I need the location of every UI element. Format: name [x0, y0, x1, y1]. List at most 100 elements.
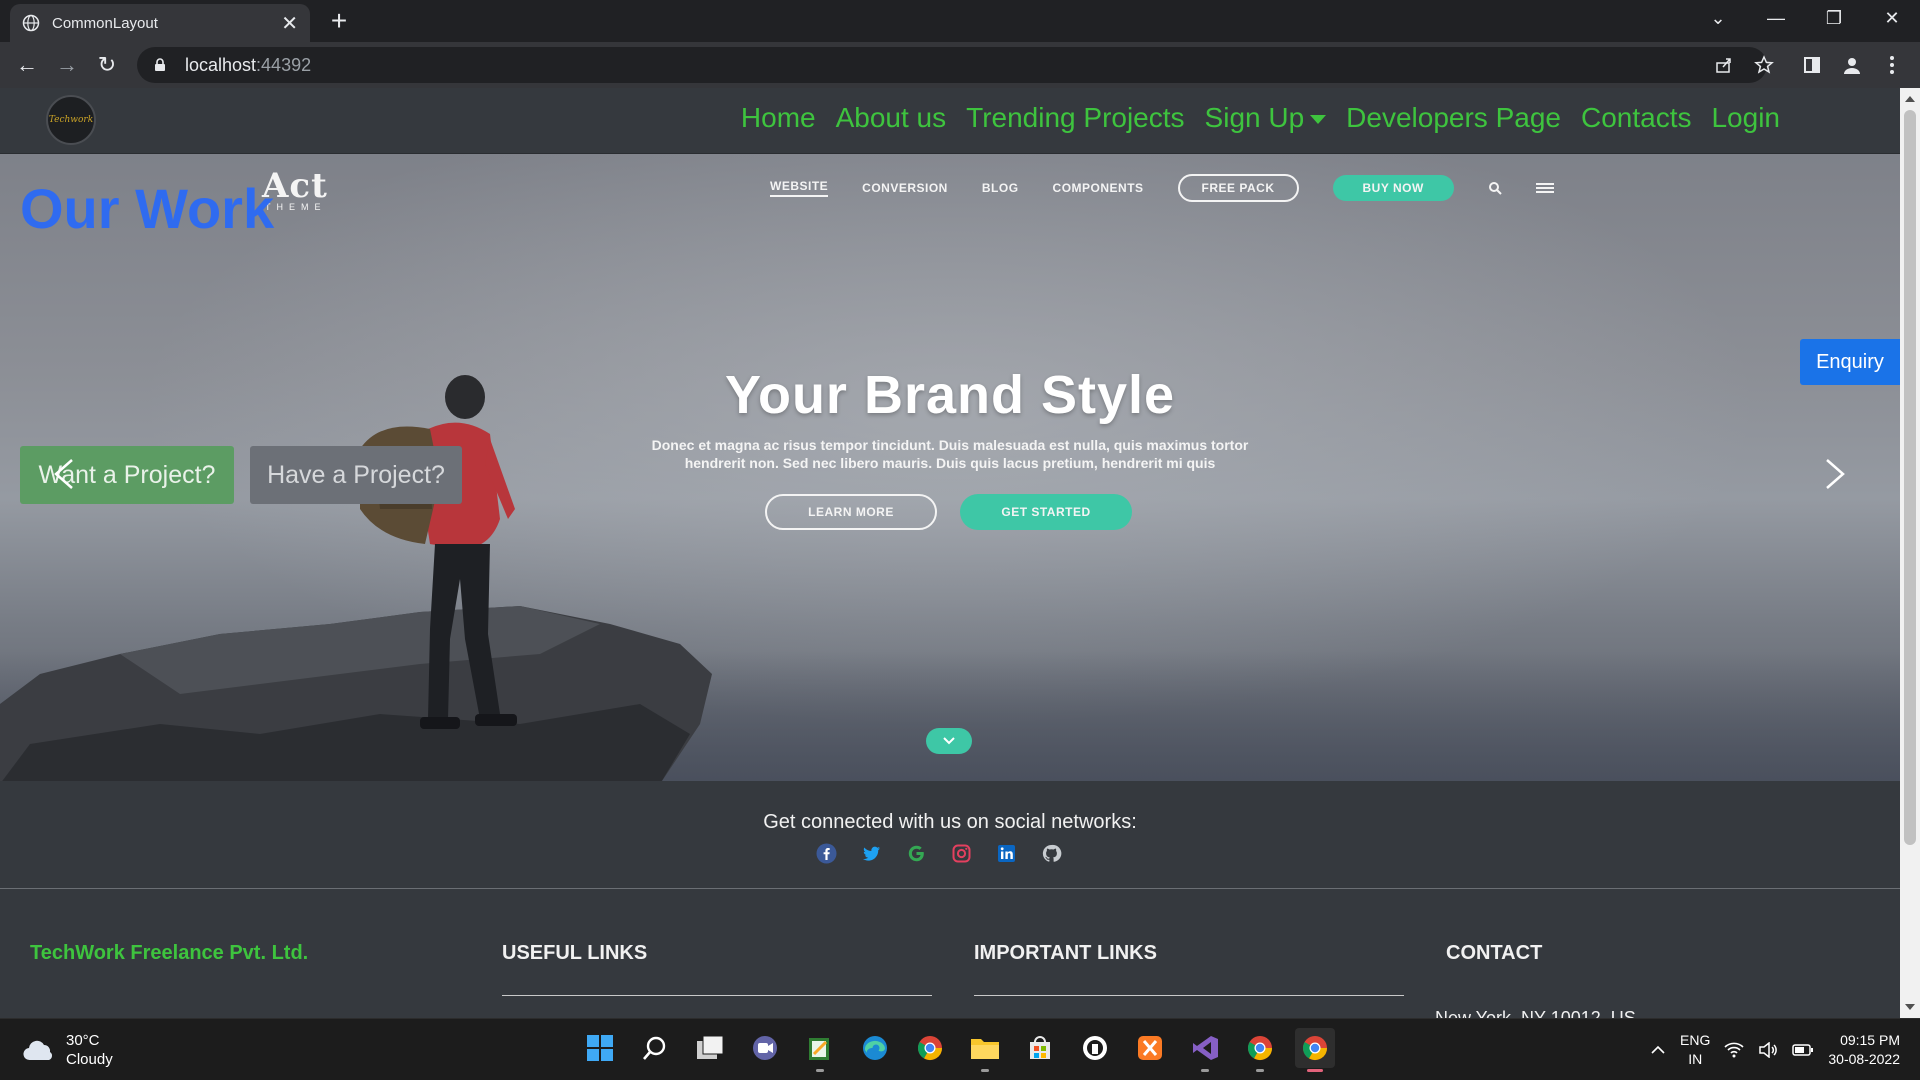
chevron-up-icon[interactable]	[1650, 1045, 1666, 1055]
footer-important-links-title: IMPORTANT LINKS	[974, 942, 1157, 964]
search-taskbar-icon[interactable]	[635, 1028, 675, 1068]
theme-logo-subtitle: THEME	[265, 202, 327, 212]
globe-icon	[22, 14, 40, 32]
footer-important-links: IMPORTANT LINKS	[974, 942, 1404, 996]
chrome-active-icon[interactable]	[1295, 1028, 1335, 1072]
clock[interactable]: 09:15 PM 30-08-2022	[1828, 1031, 1900, 1069]
learn-more-button: LEARN MORE	[765, 494, 937, 530]
footer-contact-address: New York, NY 10012, US	[1435, 1008, 1636, 1018]
notepad-icon[interactable]	[800, 1028, 840, 1072]
carousel-next-icon[interactable]	[1815, 454, 1855, 494]
scroll-down-arrow-icon[interactable]	[1905, 1004, 1915, 1010]
facebook-icon[interactable]	[816, 843, 837, 864]
theme-nav-blog: BLOG	[981, 181, 1019, 195]
running-indicator	[1256, 1069, 1264, 1072]
nav-about[interactable]: About us	[836, 102, 947, 134]
twitter-icon[interactable]	[861, 843, 882, 864]
forward-button[interactable]: →	[52, 50, 82, 80]
running-indicator	[1201, 1069, 1209, 1072]
reload-button[interactable]: ↻	[92, 50, 122, 80]
page-scrollbar[interactable]	[1900, 88, 1920, 1018]
new-tab-button[interactable]: +	[324, 6, 354, 36]
file-explorer-icon[interactable]	[965, 1028, 1005, 1072]
scroll-down-icon	[926, 728, 972, 754]
hiker-image	[360, 375, 517, 729]
visual-studio-icon[interactable]	[1185, 1028, 1225, 1072]
chrome-icon[interactable]	[910, 1028, 950, 1068]
theme-nav-buy-now: BUY NOW	[1332, 175, 1454, 201]
start-menu-icon[interactable]	[580, 1028, 620, 1068]
caret-down-icon	[1310, 115, 1327, 125]
share-icon[interactable]	[1710, 51, 1738, 79]
browser-tab[interactable]: CommonLayout ✕	[10, 4, 310, 42]
slide-title: Your Brand Style	[724, 365, 1176, 425]
carousel-prev-icon[interactable]	[44, 454, 84, 494]
url-host: localhost	[185, 54, 257, 75]
back-button[interactable]: ←	[12, 50, 42, 80]
side-panel-icon[interactable]	[1798, 51, 1826, 79]
clock-time: 09:15 PM	[1840, 1032, 1900, 1048]
scroll-up-icon[interactable]	[1905, 96, 1915, 102]
minimize-button[interactable]: —	[1748, 0, 1804, 36]
theme-nav-components: COMPONENTS	[1052, 181, 1144, 195]
running-indicator	[816, 1069, 824, 1072]
slide-subtitle: Donec et magna ac risus tempor tincidunt…	[520, 436, 1380, 472]
url-port: :44392	[256, 54, 312, 75]
nav-signup-dropdown[interactable]: Sign Up	[1205, 102, 1327, 134]
nav-contacts[interactable]: Contacts	[1581, 102, 1692, 134]
github-icon[interactable]	[1041, 843, 1062, 864]
tab-title: CommonLayout	[52, 14, 158, 32]
wifi-icon[interactable]	[1724, 1042, 1744, 1058]
nav-links: Home About us Trending Projects Sign Up …	[741, 102, 1780, 134]
footer-divider	[502, 995, 932, 996]
theme-preview-nav: WEBSITE CONVERSION BLOG COMPONENTS FREE …	[770, 174, 1554, 202]
restore-button[interactable]: ❐	[1806, 0, 1862, 36]
profile-icon[interactable]	[1838, 51, 1866, 79]
task-view-icon[interactable]	[690, 1028, 730, 1068]
social-icon-list	[816, 843, 1062, 864]
tab-search-icon[interactable]: ⌄	[1690, 0, 1746, 36]
nav-home[interactable]: Home	[741, 102, 816, 134]
nav-login[interactable]: Login	[1711, 102, 1780, 134]
hamburger-icon	[1535, 183, 1554, 193]
site-navbar: Techwork Home About us Trending Projects…	[0, 88, 1900, 154]
theme-nav-free-pack: FREE PACK	[1177, 174, 1299, 202]
language-indicator[interactable]: ENG IN	[1680, 1031, 1710, 1069]
edge-icon[interactable]	[855, 1028, 895, 1068]
page-viewport: Techwork Home About us Trending Projects…	[0, 88, 1900, 1018]
xampp-icon[interactable]	[1130, 1028, 1170, 1068]
site-logo[interactable]: Techwork	[46, 95, 96, 145]
linkedin-icon[interactable]	[996, 843, 1017, 864]
browser-menu-icon[interactable]	[1878, 51, 1906, 79]
social-section: Get connected with us on social networks…	[0, 781, 1900, 889]
footer-contact: CONTACT	[1446, 942, 1876, 965]
search-icon	[1488, 182, 1502, 195]
teams-chat-icon[interactable]	[745, 1028, 785, 1068]
social-caption: Get connected with us on social networks…	[763, 811, 1137, 833]
running-indicator	[981, 1069, 989, 1072]
google-icon[interactable]	[906, 843, 927, 864]
bookmark-star-icon[interactable]	[1750, 51, 1778, 79]
footer-divider	[974, 995, 1404, 996]
nav-signup-label: Sign Up	[1204, 102, 1305, 133]
hero-carousel: Act THEME WEBSITE CONVERSION BLOG COMPON…	[0, 154, 1900, 781]
have-project-button[interactable]: Have a Project?	[250, 446, 462, 504]
lock-icon	[155, 58, 165, 71]
enquiry-button[interactable]: Enquiry	[1800, 339, 1900, 385]
footer-company-name: TechWork Freelance Pvt. Ltd.	[30, 942, 309, 964]
get-started-button: GET STARTED	[960, 494, 1132, 530]
address-bar[interactable]: localhost:44392	[137, 47, 1767, 83]
battery-icon[interactable]	[1792, 1044, 1814, 1056]
store-icon[interactable]	[1020, 1028, 1060, 1068]
weather-widget[interactable]: 30°C Cloudy	[22, 1031, 113, 1069]
close-window-button[interactable]: ✕	[1864, 0, 1920, 36]
close-tab-icon[interactable]: ✕	[281, 11, 298, 36]
chrome-profile-icon[interactable]	[1240, 1028, 1280, 1072]
nav-trending[interactable]: Trending Projects	[966, 102, 1184, 134]
instagram-icon[interactable]	[951, 843, 972, 864]
scrollbar-thumb[interactable]	[1904, 110, 1916, 845]
nav-developers[interactable]: Developers Page	[1346, 102, 1561, 134]
volume-icon[interactable]	[1758, 1042, 1778, 1058]
github-desktop-icon[interactable]	[1075, 1028, 1115, 1068]
clock-date: 30-08-2022	[1828, 1051, 1900, 1067]
